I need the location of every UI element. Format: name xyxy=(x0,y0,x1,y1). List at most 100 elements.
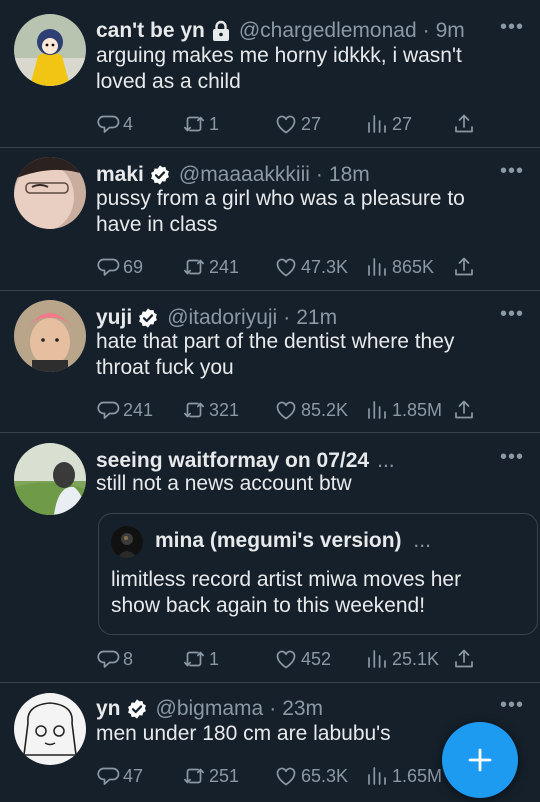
like-button[interactable]: 65.3K xyxy=(274,762,348,790)
verified-icon xyxy=(149,164,171,186)
reply-count: 8 xyxy=(123,648,134,669)
more-options-icon[interactable]: ••• xyxy=(500,447,524,472)
display-name[interactable]: can't be yn xyxy=(96,19,205,43)
reply-icon xyxy=(96,112,120,136)
tweet[interactable]: can't be yn @chargedlemonad · 9m ••• arg… xyxy=(0,0,540,148)
display-name[interactable]: maki xyxy=(96,163,144,187)
tweet[interactable]: yuji @itadoriyuji · 21m ••• hate that pa… xyxy=(0,291,540,433)
share-icon xyxy=(452,255,476,279)
retweet-icon xyxy=(182,764,206,788)
views-button[interactable]: 1.85M xyxy=(365,396,442,424)
reply-count: 47 xyxy=(123,765,144,786)
views-icon xyxy=(365,647,389,671)
handle[interactable]: @maaaakkkiii xyxy=(179,163,310,187)
display-name[interactable]: seeing waitformay on 07/24 xyxy=(96,449,369,473)
display-name[interactable]: yuji xyxy=(96,306,132,330)
retweet-button[interactable]: 1 xyxy=(182,645,219,673)
reply-icon xyxy=(96,764,120,788)
like-count: 47.3K xyxy=(301,256,349,277)
reply-button[interactable]: 4 xyxy=(96,110,133,138)
reply-count: 69 xyxy=(123,256,144,277)
avatar[interactable] xyxy=(14,300,86,372)
share-button[interactable] xyxy=(452,253,476,281)
timestamp[interactable]: 9m xyxy=(436,19,465,43)
view-count: 27 xyxy=(392,113,413,134)
like-count: 27 xyxy=(301,113,322,134)
like-button[interactable]: 85.2K xyxy=(274,396,348,424)
timestamp[interactable]: 23m xyxy=(282,697,323,721)
avatar[interactable] xyxy=(14,443,86,515)
retweet-button[interactable]: 251 xyxy=(182,762,239,790)
reply-button[interactable]: 47 xyxy=(96,762,143,790)
views-icon xyxy=(365,398,389,422)
views-icon xyxy=(365,112,389,136)
views-button[interactable]: 865K xyxy=(365,253,434,281)
heart-icon xyxy=(274,112,298,136)
retweet-count: 251 xyxy=(209,765,240,786)
retweet-icon xyxy=(182,647,206,671)
quote-avatar xyxy=(111,526,143,558)
reply-icon xyxy=(96,647,120,671)
like-count: 65.3K xyxy=(301,765,349,786)
separator-dot: · xyxy=(422,19,430,42)
plus-icon xyxy=(468,748,492,772)
views-button[interactable]: 1.65M xyxy=(365,762,442,790)
share-button[interactable] xyxy=(452,110,476,138)
like-button[interactable]: 452 xyxy=(274,645,331,673)
handle[interactable]: @chargedlemonad xyxy=(239,19,417,43)
more-options-icon[interactable]: ••• xyxy=(500,304,524,329)
tweet-actions: 8 1 452 25.1K xyxy=(96,645,486,673)
tweet[interactable]: maki @maaaakkkiii · 18m ••• pussy from a… xyxy=(0,148,540,291)
share-icon xyxy=(452,647,476,671)
quoted-tweet[interactable]: mina (megumi's version) ... limitless re… xyxy=(98,513,538,635)
retweet-button[interactable]: 1 xyxy=(182,110,219,138)
heart-icon xyxy=(274,398,298,422)
more-options-icon[interactable]: ••• xyxy=(500,695,524,720)
more-options-icon[interactable]: ••• xyxy=(500,17,524,42)
share-icon xyxy=(452,112,476,136)
share-button[interactable] xyxy=(452,396,476,424)
reply-count: 4 xyxy=(123,113,134,134)
views-button[interactable]: 27 xyxy=(365,110,412,138)
like-count: 85.2K xyxy=(301,399,349,420)
name-truncation: ... xyxy=(377,449,395,472)
reply-icon xyxy=(96,255,120,279)
view-count: 1.65M xyxy=(392,765,443,786)
reply-button[interactable]: 8 xyxy=(96,645,133,673)
retweet-icon xyxy=(182,255,206,279)
compose-button[interactable] xyxy=(442,722,518,798)
more-options-icon[interactable]: ••• xyxy=(500,161,524,186)
view-count: 1.85M xyxy=(392,399,443,420)
reply-button[interactable]: 69 xyxy=(96,253,143,281)
share-button[interactable] xyxy=(452,645,476,673)
heart-icon xyxy=(274,255,298,279)
tweet-text: still not a news account btw xyxy=(96,472,352,495)
avatar[interactable] xyxy=(14,157,86,229)
retweet-count: 1 xyxy=(209,113,220,134)
quote-display-name[interactable]: mina (megumi's version) xyxy=(155,529,402,552)
timestamp[interactable]: 18m xyxy=(329,163,370,187)
quote-text: limitless record artist miwa moves her s… xyxy=(111,568,462,617)
tweet-actions: 47 251 65.3K 1.65M xyxy=(96,762,486,790)
retweet-icon xyxy=(182,112,206,136)
timestamp[interactable]: 21m xyxy=(296,306,337,330)
like-button[interactable]: 27 xyxy=(274,110,321,138)
retweet-count: 321 xyxy=(209,399,240,420)
view-count: 25.1K xyxy=(392,648,440,669)
display-name[interactable]: yn xyxy=(96,697,121,721)
tweet[interactable]: seeing waitformay on 07/24 ... ••• still… xyxy=(0,433,540,683)
avatar[interactable] xyxy=(14,14,86,86)
reply-count: 241 xyxy=(123,399,154,420)
like-count: 452 xyxy=(301,648,332,669)
views-button[interactable]: 25.1K xyxy=(365,645,439,673)
like-button[interactable]: 47.3K xyxy=(274,253,348,281)
retweet-button[interactable]: 241 xyxy=(182,253,239,281)
tweet-actions: 241 321 85.2K 1.85M xyxy=(96,396,486,424)
handle[interactable]: @itadoriyuji xyxy=(167,306,277,330)
handle[interactable]: @bigmama xyxy=(156,697,264,721)
avatar[interactable] xyxy=(14,693,86,765)
heart-icon xyxy=(274,647,298,671)
reply-button[interactable]: 241 xyxy=(96,396,153,424)
retweet-button[interactable]: 321 xyxy=(182,396,239,424)
heart-icon xyxy=(274,764,298,788)
